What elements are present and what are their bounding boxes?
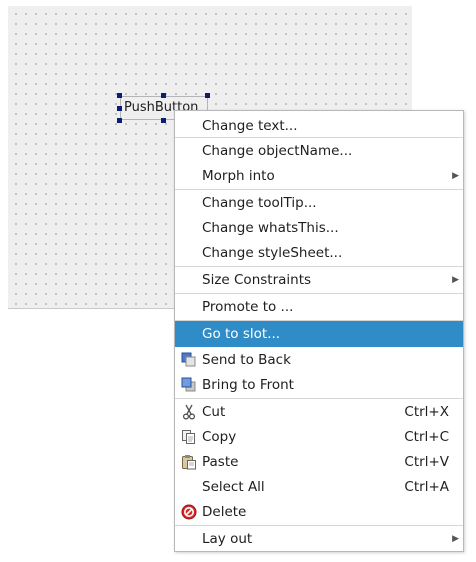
resize-handle[interactable] xyxy=(161,118,166,123)
shortcut-label: Ctrl+A xyxy=(404,479,449,495)
menu-item-go-to-slot[interactable]: Go to slot... xyxy=(175,321,463,347)
menu-item-paste[interactable]: Paste Ctrl+V xyxy=(175,450,463,475)
menu-item-label: Cut xyxy=(202,404,226,420)
menu-item-size-constraints[interactable]: Size Constraints ▶ xyxy=(175,268,463,293)
designer-stage: PushButton Change text... Change objectN… xyxy=(0,0,476,562)
paste-icon xyxy=(182,455,196,470)
copy-icon xyxy=(182,430,195,444)
scissors-icon xyxy=(182,404,196,420)
menu-item-change-stylesheet[interactable]: Change styleSheet... xyxy=(175,241,463,266)
shortcut-label: Ctrl+C xyxy=(404,429,449,445)
menu-item-delete[interactable]: Delete xyxy=(175,500,463,525)
menu-item-copy[interactable]: Copy Ctrl+C xyxy=(175,425,463,450)
menu-item-label: Go to slot... xyxy=(202,326,281,342)
shortcut-label: Ctrl+V xyxy=(404,454,449,470)
bring-to-front-icon xyxy=(181,377,196,392)
submenu-arrow-icon: ▶ xyxy=(452,275,459,285)
menu-separator xyxy=(175,293,463,294)
resize-handle[interactable] xyxy=(117,93,122,98)
menu-item-label: Size Constraints xyxy=(202,272,312,288)
send-to-back-icon xyxy=(181,352,196,367)
submenu-arrow-icon: ▶ xyxy=(452,171,459,181)
menu-item-label: Lay out xyxy=(202,531,253,547)
menu-item-label: Delete xyxy=(202,504,247,520)
menu-separator xyxy=(175,137,463,138)
menu-item-select-all[interactable]: Select All Ctrl+A xyxy=(175,475,463,500)
menu-item-bring-to-front[interactable]: Bring to Front xyxy=(175,373,463,398)
shortcut-label: Ctrl+X xyxy=(404,404,449,420)
menu-item-label: Morph into xyxy=(202,168,275,184)
menu-item-label: Change whatsThis... xyxy=(202,220,339,236)
menu-item-lay-out[interactable]: Lay out ▶ xyxy=(175,527,463,551)
resize-handle[interactable] xyxy=(161,93,166,98)
resize-handle[interactable] xyxy=(117,106,122,111)
menu-item-cut[interactable]: Cut Ctrl+X xyxy=(175,400,463,425)
menu-item-label: Change toolTip... xyxy=(202,195,317,211)
resize-handle[interactable] xyxy=(205,93,210,98)
menu-separator xyxy=(175,266,463,267)
menu-item-label: Select All xyxy=(202,479,265,495)
menu-item-label: Paste xyxy=(202,454,239,470)
menu-separator xyxy=(175,189,463,190)
submenu-arrow-icon: ▶ xyxy=(452,534,459,544)
menu-item-label: Change text... xyxy=(202,118,298,134)
menu-item-label: Promote to ... xyxy=(202,299,294,315)
resize-handle[interactable] xyxy=(117,118,122,123)
menu-item-change-whats-this[interactable]: Change whatsThis... xyxy=(175,216,463,241)
menu-separator xyxy=(175,525,463,526)
menu-item-label: Send to Back xyxy=(202,352,291,368)
menu-item-change-object-name[interactable]: Change objectName... xyxy=(175,139,463,164)
menu-item-promote-to[interactable]: Promote to ... xyxy=(175,295,463,320)
menu-item-morph-into[interactable]: Morph into ▶ xyxy=(175,164,463,189)
menu-item-label: Bring to Front xyxy=(202,377,294,393)
menu-item-send-to-back[interactable]: Send to Back xyxy=(175,348,463,373)
menu-item-label: Change styleSheet... xyxy=(202,245,343,261)
menu-separator xyxy=(175,398,463,399)
menu-item-label: Copy xyxy=(202,429,237,445)
menu-item-change-text[interactable]: Change text... xyxy=(175,114,463,138)
menu-item-change-tooltip[interactable]: Change toolTip... xyxy=(175,191,463,216)
delete-icon xyxy=(181,504,197,520)
menu-item-label: Change objectName... xyxy=(202,143,353,159)
context-menu: Change text... Change objectName... Morp… xyxy=(174,110,464,552)
